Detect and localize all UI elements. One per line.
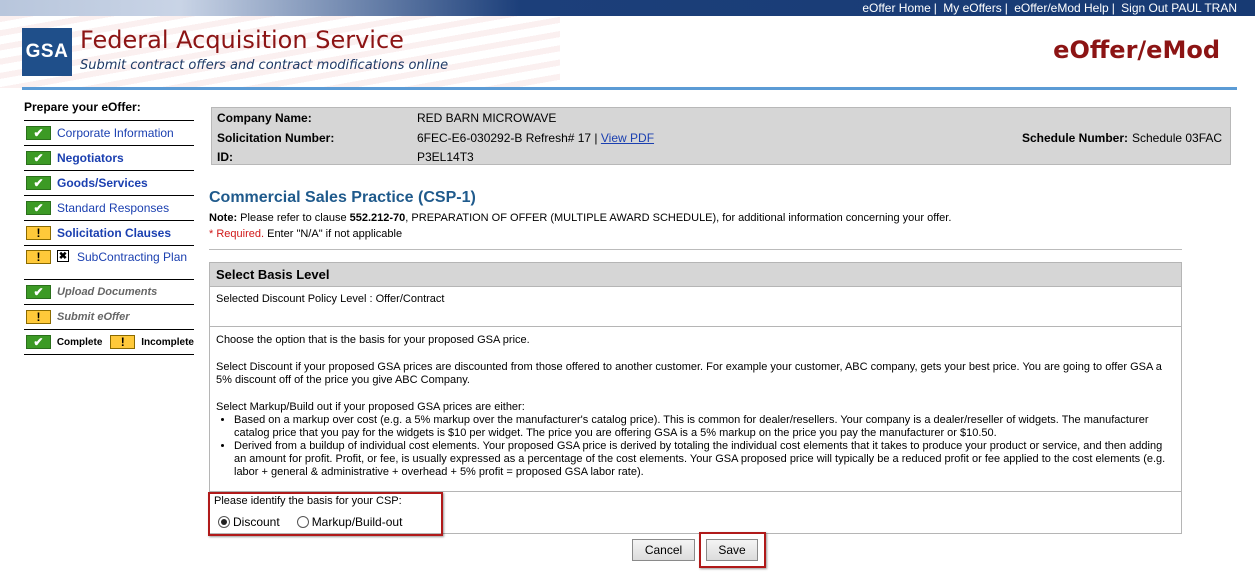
section-divider	[209, 249, 1182, 250]
required-note: * Required. Enter "N/A" if not applicabl…	[209, 228, 402, 240]
sidebar-item-label[interactable]: Goods/Services	[57, 176, 148, 190]
instruction-paragraph: Select Markup/Build out if your proposed…	[216, 401, 525, 413]
company-name-label: Company Name:	[217, 111, 312, 125]
check-icon: ✔	[26, 335, 51, 349]
sidebar-item-label[interactable]: Corporate Information	[57, 126, 174, 140]
warning-icon: !	[26, 226, 51, 240]
warning-icon: !	[26, 310, 51, 324]
my-eoffers-link[interactable]: My eOffers	[943, 1, 1001, 15]
solicitation-value: 6FEC-E6-030292-B Refresh# 17 | View PDF	[417, 131, 654, 145]
note-text: Please refer to clause	[237, 212, 350, 224]
company-info-box: Company Name: RED BARN MICROWAVE Solicit…	[211, 107, 1231, 165]
warning-icon: !	[26, 250, 51, 264]
check-icon: ✔	[26, 126, 51, 140]
header-divider	[22, 87, 1237, 90]
id-label: ID:	[217, 150, 233, 164]
schedule-value: Schedule 03FAC	[1132, 131, 1223, 145]
solicitation-number: 6FEC-E6-030292-B Refresh# 17 |	[417, 131, 598, 145]
required-label: * Required.	[209, 228, 265, 240]
eoffer-brand: eOffer/eMod	[1053, 36, 1220, 64]
markup-radio[interactable]	[296, 516, 309, 528]
sidebar-item-label[interactable]: SubContracting Plan	[77, 250, 187, 264]
sidebar-item-submit-eoffer: ! Submit eOffer	[24, 305, 194, 330]
cancel-button[interactable]: Cancel	[632, 539, 695, 561]
check-icon: ✔	[26, 201, 51, 215]
legend-complete-label: Complete	[56, 336, 103, 348]
markup-label[interactable]: Markup/Build-out	[312, 515, 403, 529]
note-clause: 552.212-70	[349, 212, 406, 224]
note-text-2: , PREPARATION OF OFFER (MULTIPLE AWARD S…	[405, 212, 952, 224]
sidebar-item-standard-responses[interactable]: ✔ Standard Responses	[24, 196, 194, 221]
sidebar-item-goods-services[interactable]: ✔ Goods/Services	[24, 171, 194, 196]
sidebar-item-label[interactable]: Standard Responses	[57, 201, 169, 215]
eoffer-home-link[interactable]: eOffer Home	[862, 1, 930, 15]
warning-icon: !	[110, 335, 136, 349]
basis-radio-group: Discount Markup/Build-out	[218, 515, 402, 529]
close-icon: ✖	[57, 250, 69, 262]
id-value: P3EL14T3	[417, 150, 474, 164]
status-legend: ✔ Complete ! Incomplete	[24, 330, 194, 355]
policy-level: Selected Discount Policy Level : Offer/C…	[210, 287, 1181, 327]
schedule-label: Schedule Number:	[1022, 131, 1129, 145]
basis-question: Please identify the basis for your CSP:	[214, 495, 402, 507]
basis-level-panel: Select Basis Level Selected Discount Pol…	[208, 262, 1182, 536]
site-subtitle: Submit contract offers and contract modi…	[80, 58, 449, 73]
markup-bullets: Based on a markup over cost (e.g. a 5% m…	[216, 414, 1175, 479]
instructions: Choose the option that is the basis for …	[210, 327, 1181, 479]
clause-note: Note: Please refer to clause 552.212-70,…	[209, 212, 951, 224]
discount-label[interactable]: Discount	[233, 515, 280, 529]
basis-selection: Please identify the basis for your CSP: …	[208, 491, 1181, 536]
sidebar: Prepare your eOffer: ✔ Corporate Informa…	[24, 100, 194, 355]
sidebar-item-label[interactable]: Negotiators	[57, 151, 124, 165]
check-icon: ✔	[26, 176, 51, 190]
list-item: Derived from a buildup of individual cos…	[234, 440, 1175, 479]
check-icon: ✔	[26, 151, 51, 165]
page-title: Commercial Sales Practice (CSP-1)	[209, 189, 476, 206]
gsa-logo: GSA	[22, 28, 72, 76]
sidebar-item-subcontracting-plan[interactable]: ! ✖ SubContracting Plan	[24, 246, 194, 280]
site-title: Federal Acquisition Service	[80, 26, 404, 54]
na-hint: Enter "N/A" if not applicable	[264, 228, 403, 240]
sidebar-item-negotiators[interactable]: ✔ Negotiators	[24, 146, 194, 171]
sidebar-item-label[interactable]: Solicitation Clauses	[57, 226, 171, 240]
company-name-value: RED BARN MICROWAVE	[417, 111, 557, 125]
help-link[interactable]: eOffer/eMod Help	[1014, 1, 1109, 15]
view-pdf-link[interactable]: View PDF	[601, 131, 654, 145]
solicitation-label: Solicitation Number:	[217, 131, 335, 145]
top-nav-bar: eOffer Home | My eOffers | eOffer/eMod Hel…	[0, 0, 1255, 16]
legend-incomplete-label: Incomplete	[141, 336, 194, 348]
save-button[interactable]: Save	[706, 539, 758, 561]
instruction-paragraph: Select Discount if your proposed GSA pri…	[216, 361, 1162, 386]
sidebar-item-label: Submit eOffer	[57, 311, 130, 323]
panel-title: Select Basis Level	[210, 263, 1181, 287]
sidebar-item-solicitation-clauses[interactable]: ! Solicitation Clauses	[24, 221, 194, 246]
sidebar-item-upload-documents: ✔ Upload Documents	[24, 280, 194, 305]
sidebar-item-label: Upload Documents	[57, 286, 158, 298]
check-icon: ✔	[26, 285, 51, 299]
sidebar-heading: Prepare your eOffer:	[24, 100, 194, 121]
list-item: Based on a markup over cost (e.g. a 5% m…	[234, 414, 1175, 440]
basis-highlight: Please identify the basis for your CSP: …	[208, 492, 443, 536]
instruction-paragraph: Choose the option that is the basis for …	[216, 334, 530, 346]
note-prefix: Note:	[209, 212, 238, 224]
sign-out-link[interactable]: Sign Out PAUL TRAN	[1121, 1, 1237, 15]
sidebar-item-corporate-information[interactable]: ✔ Corporate Information	[24, 121, 194, 146]
discount-radio[interactable]	[218, 516, 230, 528]
